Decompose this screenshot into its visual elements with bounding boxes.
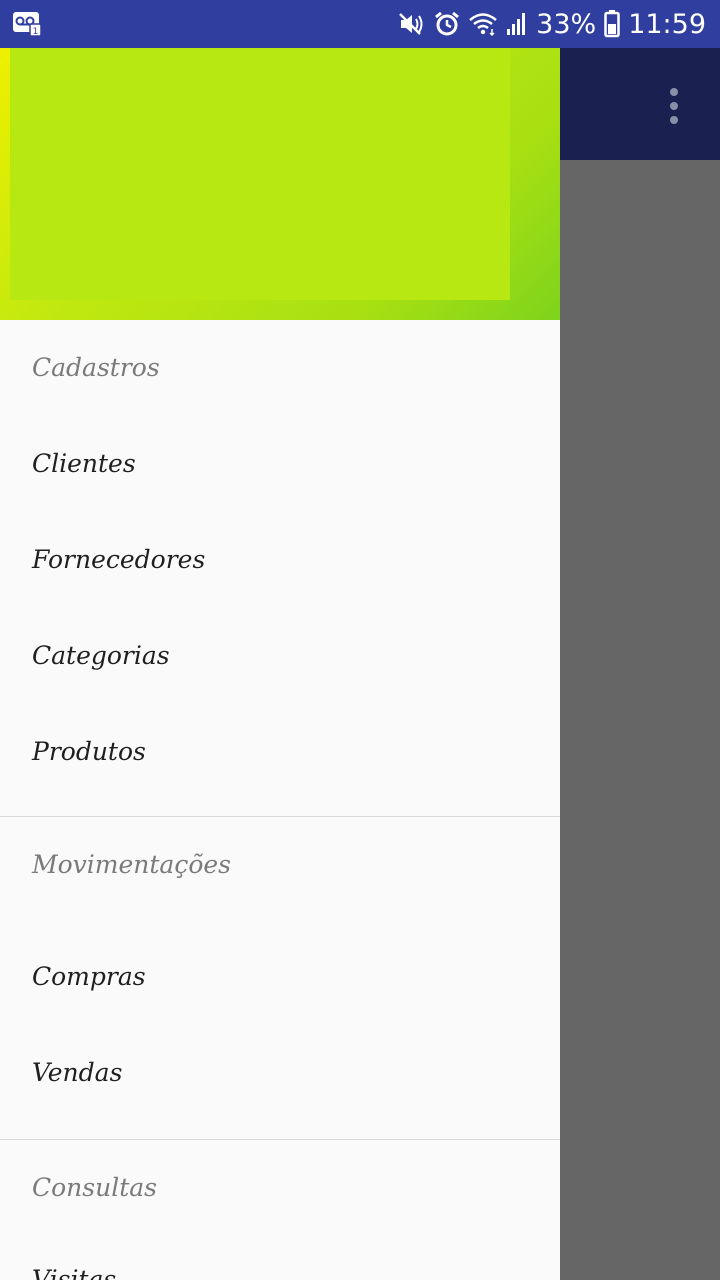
wifi-icon [468,11,498,37]
menu-item-fornecedores[interactable]: Fornecedores [0,512,560,608]
navigation-drawer: Cadastros Clientes Fornecedores Categori… [0,48,560,1280]
battery-percent: 33% [536,8,597,40]
menu-item-produtos[interactable]: Produtos [0,704,560,800]
status-bar: 1 33% 11:59 [0,0,720,48]
more-vert-icon[interactable] [658,86,690,126]
svg-text:1: 1 [33,27,39,37]
menu-item-categorias[interactable]: Categorias [0,608,560,704]
section-title-consultas: Consultas [32,1173,157,1202]
mute-icon [398,11,426,37]
clock: 11:59 [628,8,706,40]
drawer-header-image [10,48,510,300]
menu-item-clientes[interactable]: Clientes [0,416,560,512]
drawer-header [0,48,560,320]
menu-item-visitas[interactable]: Visitas [0,1232,560,1280]
drawer-menu: Cadastros Clientes Fornecedores Categori… [0,320,560,1280]
voicemail-icon: 1 [12,10,42,38]
battery-icon [604,10,620,38]
signal-icon [506,11,528,37]
menu-item-vendas[interactable]: Vendas [0,1025,560,1121]
section-title-movimentacoes: Movimentações [32,850,231,879]
menu-item-compras[interactable]: Compras [0,929,560,1025]
alarm-icon [434,11,460,37]
section-title-cadastros: Cadastros [32,353,160,382]
